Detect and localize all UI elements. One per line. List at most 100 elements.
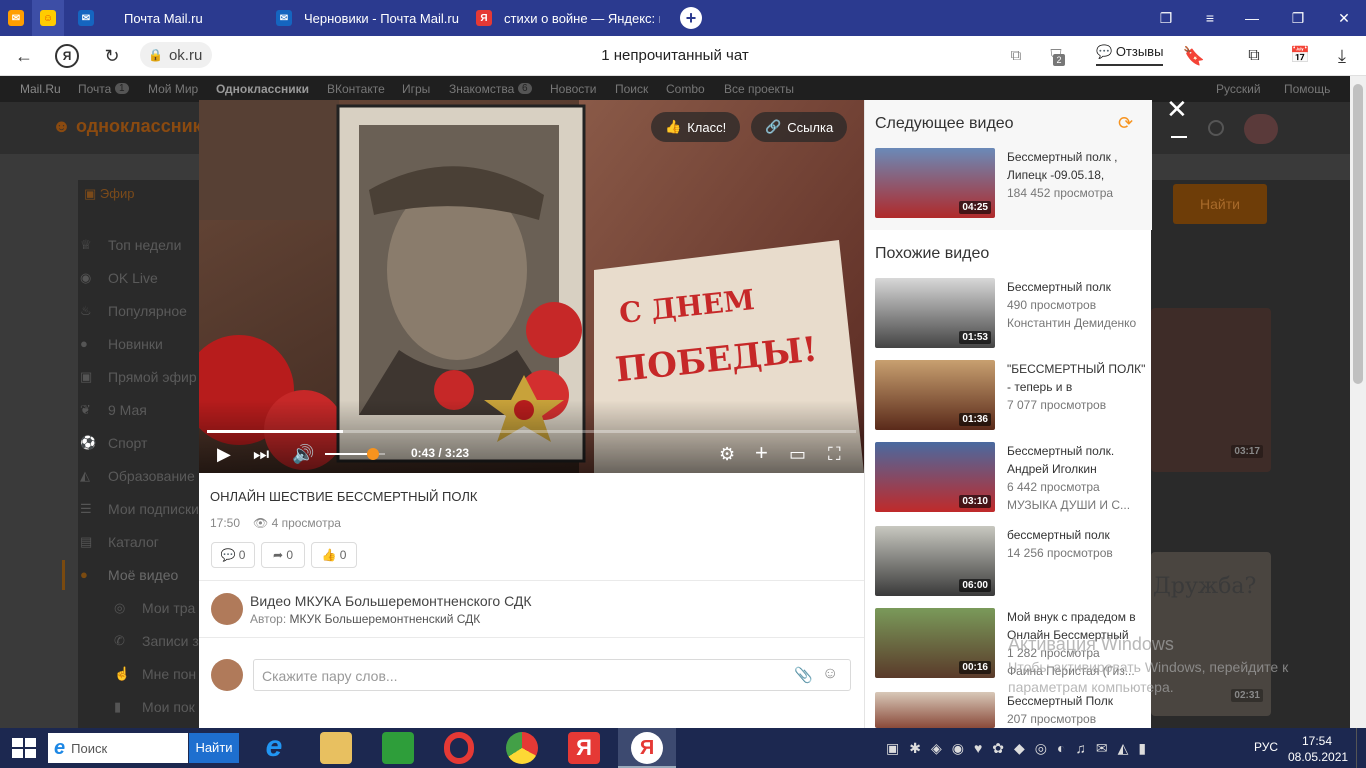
collections-icon[interactable]: ⧉ bbox=[1242, 44, 1266, 68]
nav-item[interactable]: Все проекты bbox=[724, 82, 794, 96]
channel-name[interactable]: Видео МКУКА Большеремонтненского СДК bbox=[250, 593, 532, 609]
scrollbar-thumb[interactable] bbox=[1353, 84, 1363, 384]
reload-icon[interactable]: ↻ bbox=[100, 44, 124, 68]
settings-icon[interactable]: ⚙ bbox=[719, 444, 735, 465]
video-player[interactable]: С ДНЕМ ПОБЕДЫ! 👍 Класс! 🔗 Ссылка ▶ ⏭ 🔊 0… bbox=[199, 100, 864, 473]
share-button[interactable]: ➦ 0 bbox=[261, 542, 305, 568]
menu-item-sport[interactable]: Спорт bbox=[108, 435, 147, 451]
taskbar-search-input[interactable]: e Поиск bbox=[48, 733, 188, 763]
next-video-thumb[interactable]: 04:25 bbox=[875, 148, 995, 218]
similar-thumb[interactable]: 01:53 bbox=[875, 278, 995, 348]
nav-item[interactable]: Combo bbox=[666, 82, 705, 96]
find-button[interactable]: Найти bbox=[1173, 184, 1267, 224]
comment-button[interactable]: 💬 0 bbox=[211, 542, 255, 568]
menu-item-subscriptions[interactable]: Мои подписки bbox=[108, 501, 199, 517]
taskbar-search-button[interactable]: Найти bbox=[189, 733, 239, 763]
similar-info[interactable]: Бессмертный Полк 207 просмотров bbox=[1007, 692, 1147, 728]
chrome-icon[interactable] bbox=[506, 732, 538, 764]
language-indicator[interactable]: РУС bbox=[1254, 740, 1278, 754]
menu-item-live[interactable]: Прямой эфир bbox=[108, 369, 197, 385]
nav-item[interactable]: Знакомства bbox=[449, 82, 514, 96]
file-explorer-icon[interactable] bbox=[320, 732, 352, 764]
nav-item[interactable]: Одноклассники bbox=[216, 82, 309, 96]
tab-manager-icon[interactable]: ❐ bbox=[1156, 8, 1176, 28]
next-video-info[interactable]: Бессмертный полк , Липецк -09.05.18, 184… bbox=[1007, 148, 1147, 202]
close-modal-icon[interactable]: ✕ bbox=[1166, 94, 1188, 125]
menu-item-popular[interactable]: Популярное bbox=[108, 303, 187, 319]
clock[interactable]: 17:54 08.05.2021 bbox=[1288, 733, 1348, 765]
nav-item[interactable]: Mail.Ru bbox=[20, 82, 61, 96]
taskbar-yandex-browser-active[interactable]: Я bbox=[618, 728, 676, 768]
help-link[interactable]: Помощь bbox=[1284, 82, 1330, 96]
menu-item-may9[interactable]: 9 Мая bbox=[108, 402, 147, 418]
efir-tab[interactable]: ▣ Эфир bbox=[84, 186, 134, 202]
menu-item-education[interactable]: Образование bbox=[108, 468, 195, 484]
minimize-modal-icon[interactable] bbox=[1171, 136, 1187, 138]
nav-item[interactable]: ВКонтакте bbox=[327, 82, 385, 96]
play-icon[interactable]: ▶ bbox=[217, 444, 231, 465]
progress-bar[interactable] bbox=[207, 430, 856, 433]
opera-icon[interactable] bbox=[444, 732, 474, 764]
class-button[interactable]: 👍 Класс! bbox=[651, 112, 741, 142]
link-button[interactable]: 🔗 Ссылка bbox=[751, 112, 848, 142]
menu-subitem[interactable]: Мои тра bbox=[142, 600, 195, 616]
ok-logo[interactable]: ☻ одноклассники bbox=[52, 116, 213, 137]
url-field[interactable]: 🔒 ok.ru bbox=[140, 42, 212, 68]
channel-avatar[interactable] bbox=[211, 593, 243, 625]
comment-input[interactable]: Скажите пару слов... 📎 ☺ bbox=[253, 659, 851, 691]
language-selector[interactable]: Русский bbox=[1216, 82, 1261, 96]
close-window-icon[interactable]: ✕ bbox=[1334, 8, 1354, 28]
menu-subitem[interactable]: Записи з bbox=[142, 633, 199, 649]
tab-yandex-search[interactable]: Я стихи о войне — Яндекс: н bbox=[470, 0, 660, 36]
attach-icon[interactable]: 📎 bbox=[794, 666, 813, 684]
restore-icon[interactable]: ❐ bbox=[1288, 8, 1308, 28]
bg-video-card[interactable]: 03:17 bbox=[1151, 308, 1271, 472]
menu-item-ok-live[interactable]: OK Live bbox=[108, 270, 158, 286]
similar-thumb[interactable]: 06:00 bbox=[875, 526, 995, 596]
copy-icon[interactable]: ⧉ bbox=[1004, 44, 1028, 68]
tab-mailru[interactable]: ✉ Почта Mail.ru bbox=[72, 0, 262, 36]
similar-info[interactable]: бессмертный полк 14 256 просмотров bbox=[1007, 526, 1147, 562]
search-icon[interactable] bbox=[1208, 120, 1224, 136]
similar-thumb[interactable]: 00:16 bbox=[875, 608, 995, 678]
like-button[interactable]: 👍 0 bbox=[311, 542, 357, 568]
tab-pinned-ok[interactable]: ☺ bbox=[32, 0, 64, 36]
volume-knob[interactable] bbox=[367, 448, 379, 460]
menu-subitem[interactable]: Мне пон bbox=[142, 666, 196, 682]
similar-info[interactable]: "БЕССМЕРТНЫЙ ПОЛК" - теперь и в 7 077 пр… bbox=[1007, 360, 1147, 414]
menu-subitem[interactable]: Мои пок bbox=[142, 699, 195, 715]
smile-icon[interactable]: ☺ bbox=[822, 665, 838, 683]
author-link[interactable]: МКУК Большеремонтненский СДК bbox=[290, 612, 481, 626]
tab-pinned-mail[interactable]: ✉ bbox=[0, 0, 32, 36]
menu-item-new[interactable]: Новинки bbox=[108, 336, 163, 352]
nav-item[interactable]: Почта bbox=[78, 82, 111, 96]
reviews-button[interactable]: 💬 Отзывы bbox=[1096, 44, 1164, 66]
store-icon[interactable] bbox=[382, 732, 414, 764]
nav-item[interactable]: Поиск bbox=[615, 82, 648, 96]
yandex-icon[interactable]: Я bbox=[568, 732, 600, 764]
tab-drafts[interactable]: ✉ Черновики - Почта Mail.ru bbox=[270, 0, 460, 36]
similar-thumb[interactable]: 01:36 bbox=[875, 360, 995, 430]
menu-item-top-week[interactable]: Топ недели bbox=[108, 237, 181, 253]
similar-thumb[interactable] bbox=[875, 692, 995, 728]
autoplay-icon[interactable]: ⟳ bbox=[1118, 113, 1133, 134]
next-icon[interactable]: ⏭ bbox=[253, 444, 269, 465]
nav-item[interactable]: Игры bbox=[402, 82, 430, 96]
volume-icon[interactable]: 🔊 bbox=[292, 444, 314, 465]
menu-item-my-video[interactable]: Моё видео bbox=[108, 567, 178, 583]
nav-item[interactable]: Мой Мир bbox=[148, 82, 198, 96]
minimize-icon[interactable]: — bbox=[1242, 8, 1262, 28]
similar-thumb[interactable]: 03:10 bbox=[875, 442, 995, 512]
extension-icon[interactable]: 📅 bbox=[1288, 44, 1312, 68]
similar-info[interactable]: Бессмертный полк 490 просмотров Констант… bbox=[1007, 278, 1147, 332]
menu-icon[interactable]: ≡ bbox=[1200, 8, 1220, 28]
menu-item-catalog[interactable]: Каталог bbox=[108, 534, 159, 550]
similar-info[interactable]: Бессмертный полк. Андрей Иголкин 6 442 п… bbox=[1007, 442, 1147, 514]
show-desktop-button[interactable] bbox=[1356, 728, 1366, 768]
fullscreen-icon[interactable]: ⛶ bbox=[828, 444, 841, 465]
miniplayer-icon[interactable]: ▭ bbox=[789, 444, 806, 465]
download-icon[interactable]: ⤓ bbox=[1330, 44, 1354, 68]
new-tab-button[interactable]: + bbox=[680, 7, 702, 29]
tray-icons[interactable]: ▣✱◈◉♥✿◆◎◐♫✉◭▮ bbox=[886, 740, 1156, 757]
page-scrollbar[interactable] bbox=[1350, 76, 1366, 728]
